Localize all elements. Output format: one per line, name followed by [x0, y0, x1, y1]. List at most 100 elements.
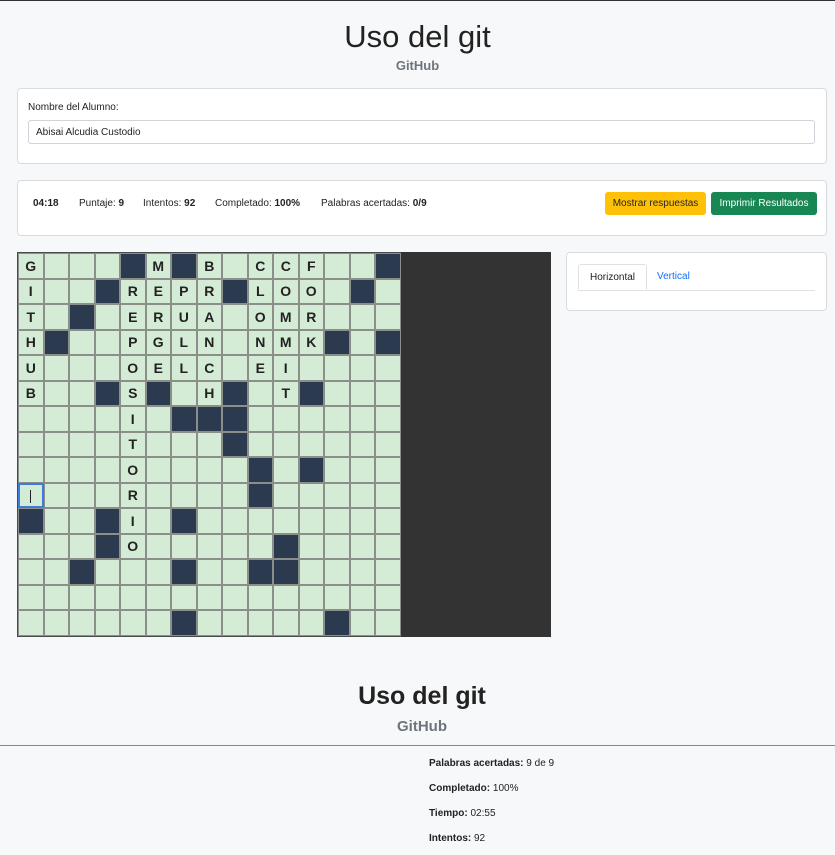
crossword-cell[interactable] [349, 406, 375, 432]
student-name-input[interactable] [28, 120, 815, 144]
crossword-cell[interactable] [273, 482, 299, 508]
crossword-cell[interactable]: I [120, 508, 146, 534]
crossword-cell[interactable] [18, 559, 44, 585]
crossword-cell[interactable] [375, 355, 401, 381]
crossword-cell[interactable]: I [273, 355, 299, 381]
crossword-cell[interactable]: R [196, 278, 222, 304]
crossword-cell[interactable]: T [120, 431, 146, 457]
crossword-cell[interactable]: A [196, 304, 222, 330]
crossword-cell[interactable]: S [120, 380, 146, 406]
crossword-cell[interactable] [349, 559, 375, 585]
crossword-cell[interactable]: G [145, 329, 171, 355]
crossword-cell[interactable]: K [298, 329, 324, 355]
crossword-cell[interactable] [94, 406, 120, 432]
crossword-cell[interactable] [18, 533, 44, 559]
crossword-cell[interactable] [349, 508, 375, 534]
crossword-cell[interactable] [247, 406, 273, 432]
crossword-cell[interactable]: L [171, 355, 197, 381]
crossword-cell[interactable] [349, 253, 375, 279]
crossword-cell[interactable] [196, 584, 222, 610]
crossword-cell[interactable] [94, 304, 120, 330]
crossword-cell[interactable] [94, 457, 120, 483]
crossword-cell[interactable] [196, 610, 222, 636]
crossword-cell[interactable] [349, 610, 375, 636]
crossword-cell[interactable] [43, 355, 69, 381]
crossword-cell[interactable] [375, 482, 401, 508]
crossword-cell[interactable] [349, 584, 375, 610]
crossword-cell[interactable] [171, 584, 197, 610]
crossword-cell[interactable] [43, 406, 69, 432]
crossword-cell[interactable] [273, 406, 299, 432]
crossword-cell[interactable]: M [273, 304, 299, 330]
crossword-cell[interactable] [324, 559, 350, 585]
crossword-cell[interactable] [43, 508, 69, 534]
crossword-cell[interactable] [222, 533, 248, 559]
crossword-cell[interactable]: T [273, 380, 299, 406]
crossword-cell[interactable] [324, 253, 350, 279]
crossword-cell[interactable] [18, 610, 44, 636]
crossword-cell[interactable] [18, 431, 44, 457]
crossword-cell[interactable] [349, 329, 375, 355]
crossword-cell[interactable] [69, 355, 95, 381]
crossword-cell[interactable] [247, 431, 273, 457]
crossword-cell[interactable] [222, 559, 248, 585]
crossword-cell[interactable] [18, 584, 44, 610]
crossword-cell[interactable] [375, 457, 401, 483]
crossword-cell[interactable]: N [247, 329, 273, 355]
crossword-cell[interactable] [298, 533, 324, 559]
crossword-cell[interactable] [145, 457, 171, 483]
crossword-cell[interactable] [145, 431, 171, 457]
crossword-cell[interactable] [69, 533, 95, 559]
crossword-cell[interactable]: P [171, 278, 197, 304]
crossword-cell[interactable]: F [298, 253, 324, 279]
crossword-cell[interactable]: G [18, 253, 44, 279]
crossword-cell[interactable]: U [18, 355, 44, 381]
crossword-cell[interactable] [171, 431, 197, 457]
crossword-cell[interactable] [247, 380, 273, 406]
crossword-cell[interactable] [375, 508, 401, 534]
crossword-cell[interactable] [222, 304, 248, 330]
crossword-cell[interactable] [69, 253, 95, 279]
crossword-cell[interactable] [69, 508, 95, 534]
crossword-cell[interactable] [196, 482, 222, 508]
crossword-cell[interactable]: I [120, 406, 146, 432]
crossword-cell[interactable] [349, 431, 375, 457]
crossword-cell[interactable]: H [18, 329, 44, 355]
crossword-cell[interactable] [69, 610, 95, 636]
crossword-cell[interactable] [247, 533, 273, 559]
crossword-cell[interactable] [69, 457, 95, 483]
crossword-cell[interactable] [375, 584, 401, 610]
crossword-cell[interactable] [171, 482, 197, 508]
crossword-cell[interactable] [349, 533, 375, 559]
crossword-cell[interactable] [43, 457, 69, 483]
crossword-cell[interactable] [273, 457, 299, 483]
crossword-cell[interactable] [247, 610, 273, 636]
crossword-cell[interactable] [196, 533, 222, 559]
crossword-cell[interactable] [69, 406, 95, 432]
crossword-cell[interactable] [222, 457, 248, 483]
crossword-cell[interactable]: R [145, 304, 171, 330]
crossword-cell[interactable] [43, 533, 69, 559]
crossword-cell[interactable] [43, 431, 69, 457]
crossword-cell[interactable]: B [18, 380, 44, 406]
crossword-cell[interactable]: C [196, 355, 222, 381]
crossword-cell[interactable] [120, 584, 146, 610]
crossword-cell[interactable] [196, 431, 222, 457]
crossword-cell[interactable] [222, 355, 248, 381]
crossword-cell[interactable] [69, 380, 95, 406]
crossword-cell[interactable] [375, 278, 401, 304]
crossword-cell[interactable] [298, 482, 324, 508]
crossword-cell[interactable] [222, 584, 248, 610]
crossword-cell[interactable] [145, 584, 171, 610]
crossword-cell[interactable] [145, 610, 171, 636]
crossword-cell[interactable]: L [247, 278, 273, 304]
crossword-cell[interactable] [171, 457, 197, 483]
crossword-cell[interactable] [324, 584, 350, 610]
crossword-cell[interactable] [94, 253, 120, 279]
crossword-cell[interactable] [222, 253, 248, 279]
crossword-cell[interactable]: T [18, 304, 44, 330]
crossword-cell[interactable] [43, 482, 69, 508]
crossword-cell[interactable] [324, 380, 350, 406]
crossword-cell[interactable] [69, 431, 95, 457]
print-results-button[interactable]: Imprimir Resultados [711, 192, 817, 215]
